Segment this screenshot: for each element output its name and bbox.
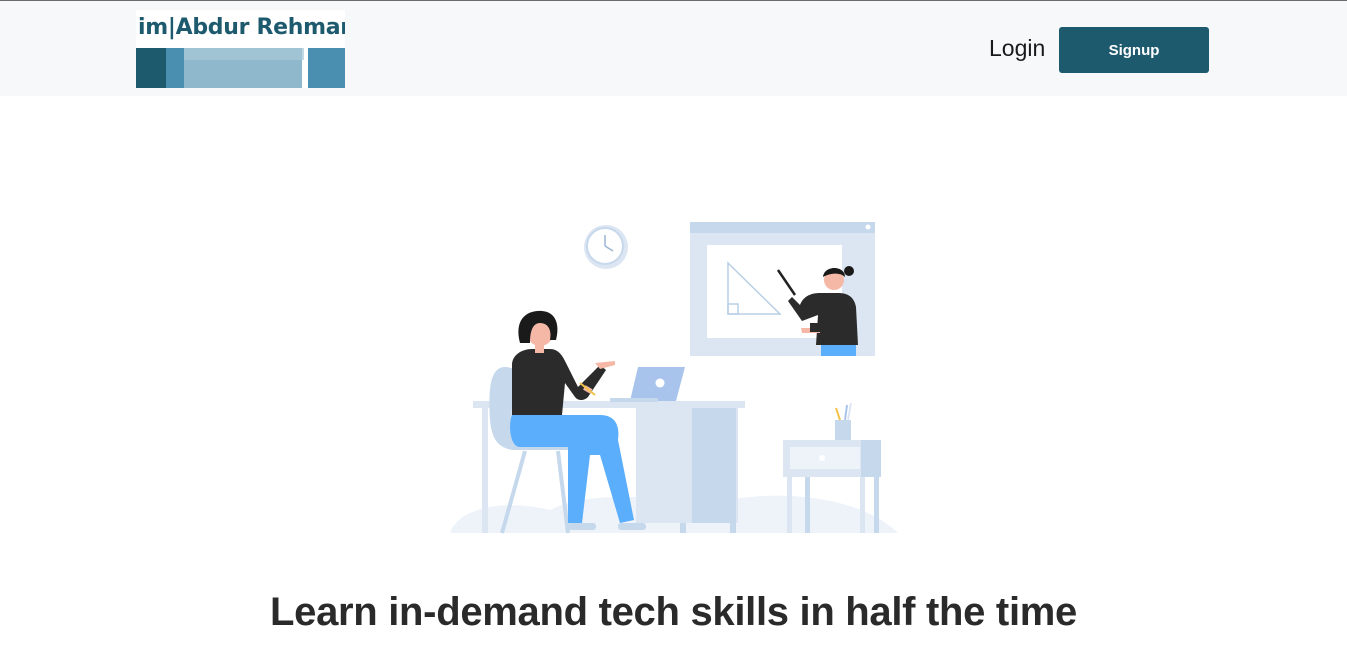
clock-icon [584, 225, 628, 269]
student-figure [510, 310, 646, 530]
logo-text: im|Abdur Rehman [138, 15, 345, 40]
hero-headline: Learn in-demand tech skills in half the … [270, 590, 1077, 634]
laptop-graphic [610, 367, 685, 402]
site-header: im|Abdur Rehman Login Signup [0, 1, 1347, 96]
online-learning-illustration [450, 222, 898, 534]
logo-banner-graphic [136, 48, 345, 88]
login-link[interactable]: Login [989, 35, 1045, 62]
site-logo[interactable]: im|Abdur Rehman [136, 10, 345, 88]
signup-button[interactable]: Signup [1059, 27, 1209, 73]
